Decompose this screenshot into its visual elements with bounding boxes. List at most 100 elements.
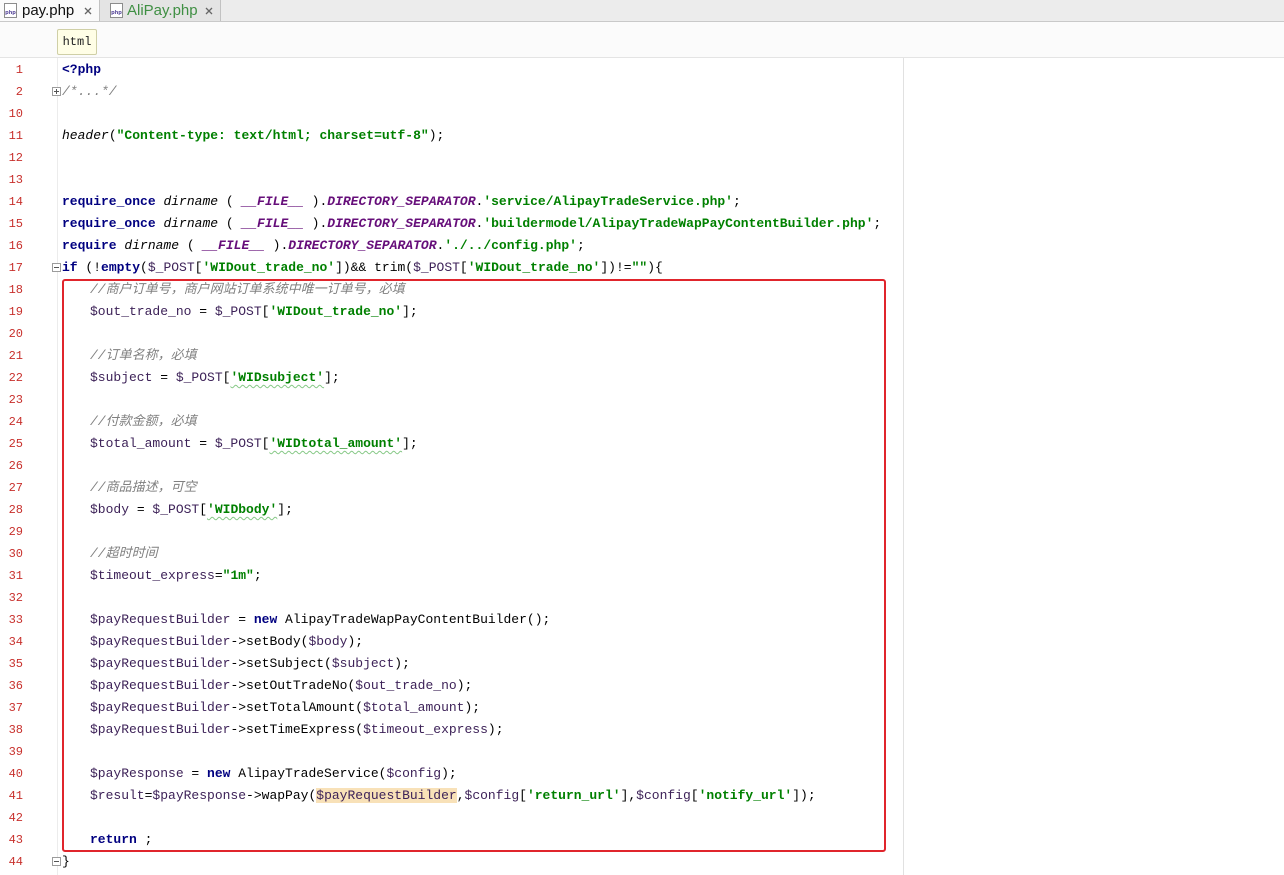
variable: $_POST	[214, 436, 262, 451]
function-name: dirname	[163, 216, 219, 231]
line-content: require dirname ( __FILE__ ).DIRECTORY_S…	[62, 235, 585, 257]
tab-pay-php[interactable]: php pay.php	[0, 0, 100, 21]
code-text: );	[441, 766, 457, 781]
close-icon[interactable]	[205, 7, 213, 15]
string-literal: 'WIDout_trade_no'	[467, 260, 601, 275]
code-line[interactable]: 28 $body = $_POST['WIDbody'];	[0, 499, 1284, 521]
code-line[interactable]: 44}	[0, 851, 1284, 873]
code-line[interactable]: 35 $payRequestBuilder->setSubject($subjec…	[0, 653, 1284, 675]
code-line[interactable]: 29	[0, 521, 1284, 543]
line-number: 36	[8, 679, 23, 693]
code-line[interactable]: 26	[0, 455, 1284, 477]
variable: $payRequestBuilder	[90, 634, 231, 649]
code-line[interactable]: 15 require_once dirname ( __FILE__ ).DIRE…	[0, 213, 1284, 235]
code-text: ).	[303, 194, 328, 209]
string-literal: 'buildermodel/AlipayTradeWapPayContentBu…	[483, 216, 874, 231]
line-number: 27	[8, 481, 23, 495]
code-text: ])&& trim(	[335, 260, 414, 275]
line-content: $timeout_express="1m";	[90, 565, 262, 587]
code-text: ).	[303, 216, 328, 231]
code-line[interactable]: 42	[0, 807, 1284, 829]
code-line[interactable]: 34 $payRequestBuilder->setBody($body);	[0, 631, 1284, 653]
variable-highlighted: $payRequestBuilder	[316, 788, 457, 803]
line-content: $out_trade_no = $_POST['WIDout_trade_no'…	[90, 301, 418, 323]
code-line[interactable]: 22 $subject = $_POST['WIDsubject'];	[0, 367, 1284, 389]
code-line[interactable]: 19 $out_trade_no = $_POST['WIDout_trade_n…	[0, 301, 1284, 323]
line-content: $payResponse = new AlipayTradeService($c…	[90, 763, 457, 785]
code-line[interactable]: 17 if (!empty($_POST['WIDout_trade_no'])&…	[0, 257, 1284, 279]
tab-alipay-php[interactable]: php AliPay.php	[100, 0, 221, 21]
string-literal: 'WIDout_trade_no'	[269, 304, 403, 319]
code-line[interactable]: 18 //商户订单号，商户网站订单系统中唯一订单号，必填	[0, 279, 1284, 301]
code-text: ;	[732, 194, 741, 209]
code-text: (	[218, 194, 242, 209]
code-line[interactable]: 39	[0, 741, 1284, 763]
line-content: header("Content-type: text/html; charset…	[62, 125, 444, 147]
line-number: 24	[8, 415, 23, 429]
line-content: <?php	[62, 59, 101, 81]
variable: $payResponse	[152, 788, 247, 803]
code-line[interactable]: 20	[0, 323, 1284, 345]
line-content: $payRequestBuilder->setTimeExpress($time…	[90, 719, 504, 741]
comment: //订单名称，必填	[90, 348, 197, 363]
code-line[interactable]: 1 <?php	[0, 59, 1284, 81]
line-content: }	[62, 851, 70, 873]
code-text: (	[140, 260, 148, 275]
code-line[interactable]: 2 /*...*/	[0, 81, 1284, 103]
code-line[interactable]: 14 require_once dirname ( __FILE__ ).DIRE…	[0, 191, 1284, 213]
code-text: ])!=	[600, 260, 632, 275]
fold-collapse-icon[interactable]	[52, 263, 61, 272]
variable: $body	[308, 634, 348, 649]
code-line[interactable]: 37 $payRequestBuilder->setTotalAmount($to…	[0, 697, 1284, 719]
function-name: dirname	[124, 238, 180, 253]
code-line[interactable]: 12	[0, 147, 1284, 169]
variable: $result	[90, 788, 145, 803]
fold-end-icon[interactable]	[52, 857, 61, 866]
code-line[interactable]: 23	[0, 389, 1284, 411]
line-number: 30	[8, 547, 23, 561]
code-line[interactable]: 11 header("Content-type: text/html; chars…	[0, 125, 1284, 147]
code-line[interactable]: 32	[0, 587, 1284, 609]
code-line[interactable]: 40 $payResponse = new AlipayTradeService(…	[0, 763, 1284, 785]
close-icon[interactable]	[84, 7, 92, 15]
folded-comment[interactable]: /*...*/	[62, 84, 117, 99]
code-text: =	[191, 304, 215, 319]
code-line[interactable]: 16 require dirname ( __FILE__ ).DIRECTORY…	[0, 235, 1284, 257]
line-number: 39	[8, 745, 23, 759]
code-line[interactable]: 31 $timeout_express="1m";	[0, 565, 1284, 587]
variable: $out_trade_no	[90, 304, 192, 319]
line-number: 1	[15, 63, 23, 77]
code-line[interactable]: 38 $payRequestBuilder->setTimeExpress($ti…	[0, 719, 1284, 741]
code-text: ];	[402, 304, 418, 319]
code-line[interactable]: 41 $result=$payResponse->wapPay($payReque…	[0, 785, 1284, 807]
fold-expand-icon[interactable]	[52, 87, 61, 96]
code-line[interactable]: 24 //付款金额，必填	[0, 411, 1284, 433]
code-line[interactable]: 25 $total_amount = $_POST['WIDtotal_amoun…	[0, 433, 1284, 455]
variable: $total_amount	[90, 436, 192, 451]
code-line[interactable]: 10	[0, 103, 1284, 125]
code-editor[interactable]: 1 <?php 2/*...*/10 11 header("Content-type: …	[0, 58, 1284, 875]
code-text: =	[152, 370, 176, 385]
code-line[interactable]: 33 $payRequestBuilder = new AlipayTradeWa…	[0, 609, 1284, 631]
code-line[interactable]: 43 return ;	[0, 829, 1284, 851]
code-text: ],	[620, 788, 637, 803]
variable: $timeout_express	[363, 722, 488, 737]
constant: DIRECTORY_SEPARATOR	[288, 238, 437, 253]
code-text: ->setOutTradeNo(	[230, 678, 356, 693]
string-literal: 'WIDout_trade_no'	[202, 260, 336, 275]
code-line[interactable]: 13	[0, 169, 1284, 191]
keyword: require_once	[62, 216, 156, 231]
code-line[interactable]: 27 //商品描述，可空	[0, 477, 1284, 499]
code-line[interactable]: 30 //超时时间	[0, 543, 1284, 565]
code-text: [	[690, 788, 699, 803]
code-line[interactable]: 36 $payRequestBuilder->setOutTradeNo($out…	[0, 675, 1284, 697]
breadcrumb-item-html[interactable]: html	[57, 29, 97, 55]
variable: $total_amount	[363, 700, 465, 715]
line-content: $payRequestBuilder->setTotalAmount($tota…	[90, 697, 480, 719]
tab-label: AliPay.php	[127, 2, 198, 19]
variable: $subject	[331, 656, 395, 671]
code-text: =	[129, 502, 153, 517]
variable: $_POST	[152, 502, 200, 517]
code-text: (	[218, 216, 242, 231]
code-line[interactable]: 21 //订单名称，必填	[0, 345, 1284, 367]
